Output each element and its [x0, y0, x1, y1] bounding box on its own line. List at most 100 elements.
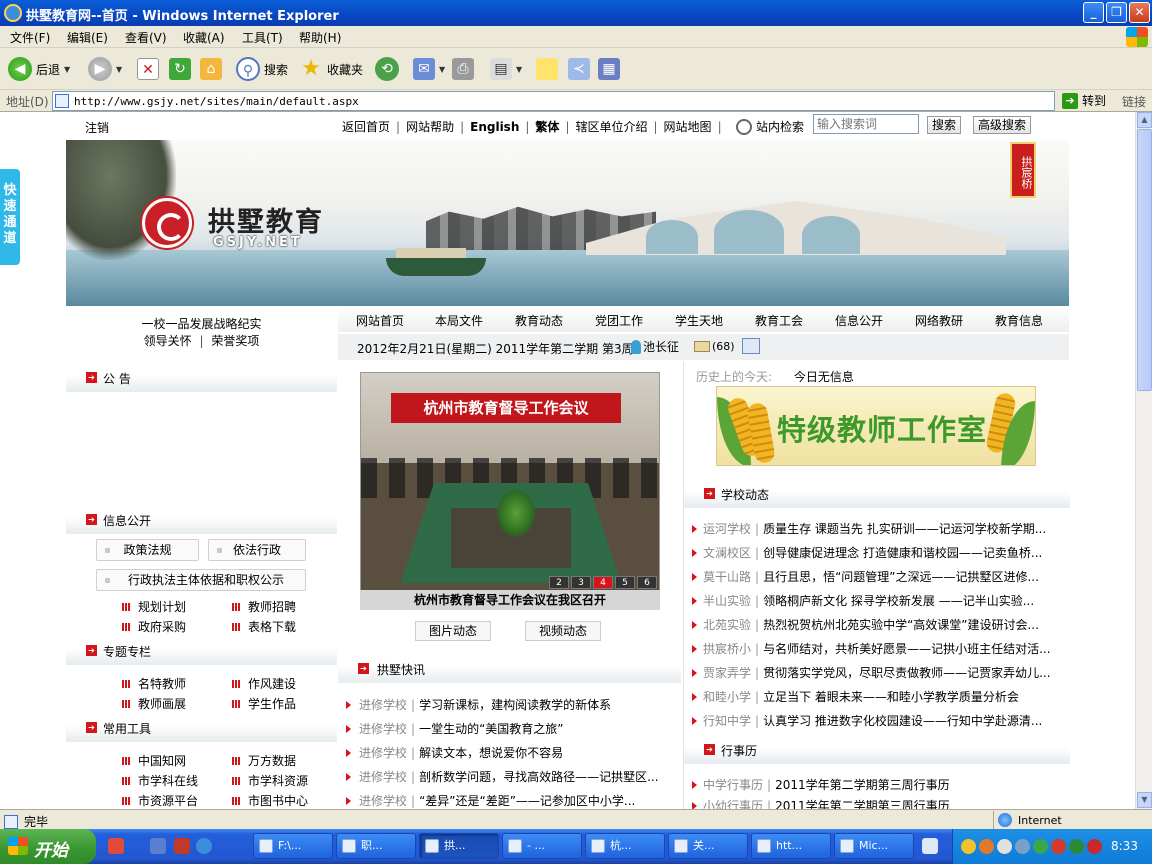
photo-page-button[interactable]: 6	[637, 576, 657, 589]
scroll-down-icon[interactable]: ▼	[1137, 792, 1152, 808]
list-item[interactable]: 进修学校 | 剖析数学问题，寻找高效路径——记拱墅区...	[346, 768, 671, 785]
taskbar-item[interactable]: htt...	[751, 833, 831, 859]
leader-link[interactable]: 池长征	[631, 338, 679, 355]
list-item[interactable]: 文澜校区 | 创导健康促进理念 打造健康和谐校园——记卖鱼桥...	[692, 544, 1062, 561]
research-icon[interactable]: ▦	[598, 58, 620, 80]
vertical-scrollbar[interactable]: ▲ ▼	[1135, 112, 1152, 809]
english-link[interactable]: English	[470, 120, 519, 134]
scroll-thumb[interactable]	[1137, 129, 1152, 391]
menu-file[interactable]: 文件(F)	[10, 29, 50, 46]
menu-edit[interactable]: 编辑(E)	[67, 29, 108, 46]
lawful-button[interactable]: 依法行政	[208, 539, 306, 561]
list-item[interactable]: 进修学校 | 一堂生动的“美国教育之旅”	[346, 720, 671, 737]
nav-union[interactable]: 教育工会	[755, 312, 803, 329]
messenger-icon[interactable]: ≺	[568, 58, 590, 80]
topic-link[interactable]: 作风建设	[232, 675, 296, 692]
traditional-link[interactable]: 繁体	[535, 118, 559, 135]
news-photo[interactable]: 杭州市教育督导工作会议 2 3 4 5 6	[360, 372, 660, 592]
menu-tools[interactable]: 工具(T)	[242, 29, 283, 46]
nav-edu-info[interactable]: 教育信息	[995, 312, 1043, 329]
honor-link[interactable]: 荣誉奖项	[211, 334, 259, 348]
units-link[interactable]: 辖区单位介绍	[575, 118, 647, 135]
list-item[interactable]: 拱宸桥小 | 与名师结对，共析美好愿景——记拱小班主任结对活...	[692, 640, 1062, 657]
tray-icon[interactable]	[961, 839, 976, 854]
edit-icon[interactable]	[742, 338, 760, 354]
search-button[interactable]: ⚲ 搜索	[236, 56, 288, 82]
minimize-button[interactable]: _	[1083, 2, 1104, 23]
chevron-down-icon[interactable]: ▼	[116, 65, 122, 74]
mail-icon[interactable]: ✉	[413, 58, 435, 80]
list-item[interactable]: 进修学校 | 解读文本，想说爱你不容易	[346, 744, 671, 761]
logout-link[interactable]: 注销	[85, 119, 109, 136]
sitemap-link[interactable]: 网站地图	[664, 118, 712, 135]
admin-basis-button[interactable]: 行政执法主体依据和职权公示	[96, 569, 306, 591]
home-link[interactable]: 返回首页	[342, 118, 390, 135]
leader-care-link[interactable]: 领导关怀	[144, 334, 192, 348]
tool-link[interactable]: 市学科在线	[122, 772, 198, 789]
note-icon[interactable]	[536, 58, 558, 80]
close-button[interactable]: ✕	[1129, 2, 1150, 23]
tool-link[interactable]: 中国知网	[122, 752, 186, 769]
policy-button[interactable]: 政策法规	[96, 539, 199, 561]
nav-files[interactable]: 本局文件	[435, 312, 483, 329]
taskbar-item[interactable]: 杭...	[585, 833, 665, 859]
start-button[interactable]: 开始	[0, 829, 96, 864]
security-zone[interactable]: Internet	[993, 811, 1062, 829]
master-teacher-ad[interactable]: 特级教师工作室	[716, 386, 1036, 466]
taskbar-item[interactable]: Mic...	[834, 833, 914, 859]
mail-link[interactable]: (68)	[694, 340, 735, 353]
search-submit-button[interactable]: 搜索	[927, 116, 962, 134]
taskbar-app-icon[interactable]	[922, 838, 938, 854]
help-link[interactable]: 网站帮助	[406, 118, 454, 135]
info-title[interactable]: 信息公开	[103, 512, 151, 529]
scroll-up-icon[interactable]: ▲	[1137, 112, 1152, 128]
window-titlebar[interactable]: 拱墅教育网--首页 - Windows Internet Explorer _ …	[0, 0, 1152, 26]
links-button[interactable]: 链接	[1122, 93, 1146, 110]
nav-party[interactable]: 党团工作	[595, 312, 643, 329]
tool-link[interactable]: 万方数据	[232, 752, 296, 769]
topic-link[interactable]: 教师画展	[122, 695, 186, 712]
list-item[interactable]: 贾家弄学 | 贯彻落实学党风，尽职尽责做教师——记贾家弄幼儿...	[692, 664, 1062, 681]
tool-link[interactable]: 市学科资源	[232, 772, 308, 789]
advanced-search-button[interactable]: 高级搜索	[973, 116, 1032, 134]
quicklaunch-app-icon[interactable]	[108, 838, 124, 854]
list-item[interactable]: 运河学校 | 质量生存 课题当先 扎实研训——记运河学校新学期...	[692, 520, 1062, 537]
go-button[interactable]: ➔ 转到	[1062, 92, 1106, 109]
photo-page-button[interactable]: 2	[549, 576, 569, 589]
refresh-icon[interactable]: ↻	[169, 58, 191, 80]
topic-link[interactable]: 学生作品	[232, 695, 296, 712]
info-link[interactable]: 规划计划	[122, 598, 186, 615]
edit-icon[interactable]: ▤	[490, 58, 512, 80]
tray-icon[interactable]	[1051, 839, 1066, 854]
info-link[interactable]: 表格下载	[232, 618, 296, 635]
maximize-button[interactable]: ❐	[1106, 2, 1127, 23]
home-icon[interactable]: ⌂	[200, 58, 222, 80]
list-item[interactable]: 进修学校 | “差异”还是“差距”——记参加区中小学...	[346, 792, 671, 809]
quicklaunch-ie-icon[interactable]	[196, 838, 212, 854]
stop-icon[interactable]: ✕	[137, 58, 159, 80]
nav-research[interactable]: 网络教研	[915, 312, 963, 329]
list-item[interactable]: 北苑实验 | 热烈祝贺杭州北苑实验中学“高效课堂”建设研讨会...	[692, 616, 1062, 633]
menu-favorites[interactable]: 收藏(A)	[183, 29, 225, 46]
nav-students[interactable]: 学生天地	[675, 312, 723, 329]
chevron-down-icon[interactable]: ▼	[516, 65, 522, 74]
topic-link[interactable]: 名特教师	[122, 675, 186, 692]
tray-icon[interactable]	[1087, 839, 1102, 854]
history-icon[interactable]: ⟲	[375, 57, 399, 81]
nav-home[interactable]: 网站首页	[356, 312, 404, 329]
video-news-button[interactable]: 视频动态	[525, 621, 601, 641]
tool-link[interactable]: 市图书中心	[232, 792, 308, 809]
photo-page-button[interactable]: 3	[571, 576, 591, 589]
forward-button[interactable]: ▶ ▼	[88, 56, 122, 82]
quicklaunch-app-icon[interactable]	[150, 838, 166, 854]
info-link[interactable]: 政府采购	[122, 618, 186, 635]
quick-channel-tab[interactable]: 快速通道	[0, 169, 20, 265]
photo-caption[interactable]: 杭州市教育督导工作会议在我区召开	[360, 590, 660, 610]
list-item[interactable]: 小幼行事历 | 2011学年第二学期第三周行事历	[692, 797, 1062, 809]
search-input[interactable]	[813, 114, 919, 134]
quicklaunch-app-icon[interactable]	[174, 838, 190, 854]
list-item[interactable]: 半山实验 | 领略桐庐新文化 探寻学校新发展 ——记半山实验...	[692, 592, 1062, 609]
nav-news[interactable]: 教育动态	[515, 312, 563, 329]
taskbar-item[interactable]: 职...	[336, 833, 416, 859]
list-item[interactable]: 行知中学 | 认真学习 推进数字化校园建设——行知中学赴源清...	[692, 712, 1062, 729]
